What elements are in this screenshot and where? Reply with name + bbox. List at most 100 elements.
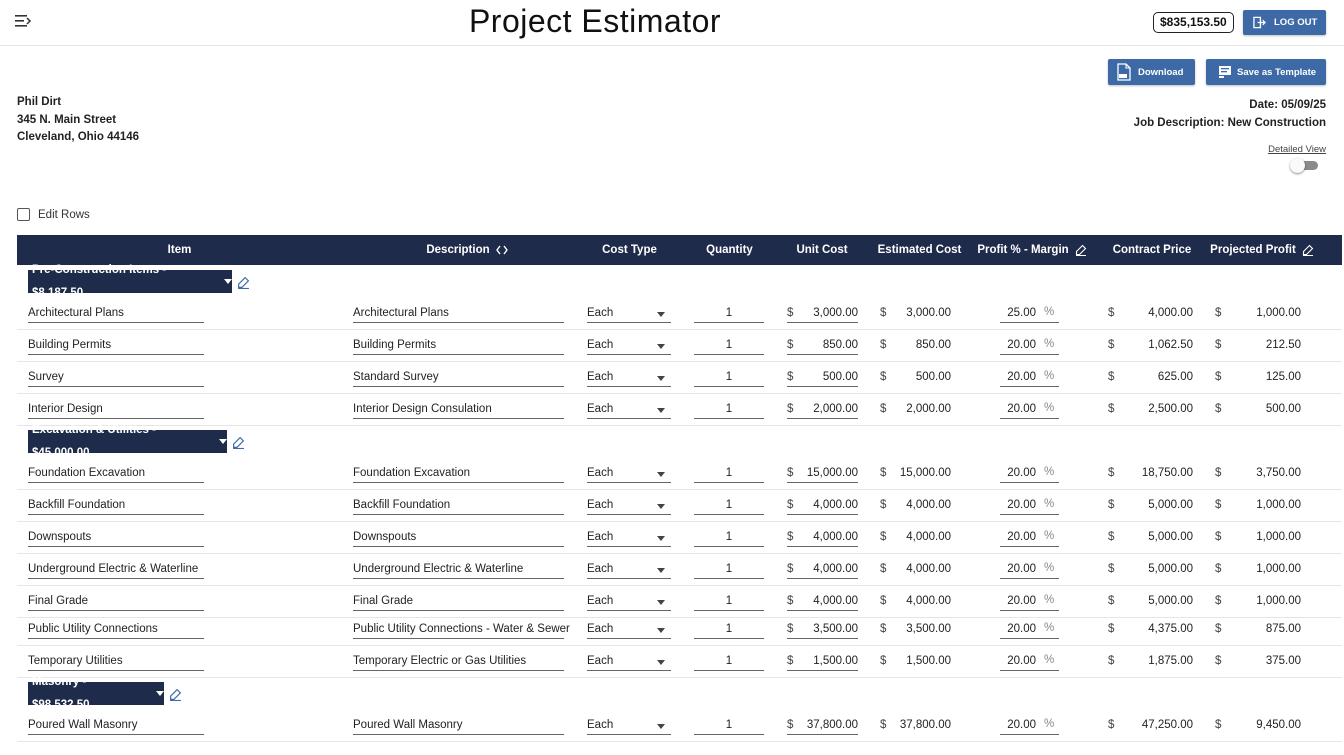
percent-symbol: % (1044, 594, 1055, 606)
cost-type-select[interactable]: Each (587, 561, 671, 579)
cost-type-select[interactable]: Each (587, 465, 671, 483)
description-field[interactable]: Interior Design Consulation (353, 401, 564, 419)
quantity-field[interactable]: 1 (694, 561, 764, 579)
dropdown-caret-icon (657, 504, 665, 509)
quantity-field[interactable]: 1 (694, 465, 764, 483)
unit-cost-field[interactable]: 500.00 (787, 369, 858, 387)
unit-cost-field[interactable]: 4,000.00 (787, 561, 858, 579)
col-contract-price: Contract Price (1112, 244, 1192, 256)
quantity-field[interactable]: 1 (694, 593, 764, 611)
description-field[interactable]: Downspouts (353, 529, 564, 547)
table-row: Underground Electric & Waterline Undergr… (17, 554, 1342, 586)
description-field[interactable]: Foundation Excavation (353, 465, 564, 483)
detailed-view-toggle[interactable] (1290, 158, 1318, 173)
item-field[interactable]: Interior Design (28, 401, 204, 419)
unit-cost-field[interactable]: 37,800.00 (787, 717, 858, 735)
item-field[interactable]: Foundation Excavation (28, 465, 204, 483)
description-field[interactable]: Backfill Foundation (353, 497, 564, 515)
item-field[interactable]: Downspouts (28, 529, 204, 547)
quantity-field[interactable]: 1 (694, 401, 764, 419)
item-field[interactable]: Architectural Plans (28, 305, 204, 323)
item-field[interactable]: Poured Wall Masonry (28, 717, 204, 735)
contract-price: 625.00 (1157, 371, 1193, 383)
download-button[interactable]: Download (1108, 59, 1195, 85)
cost-type-select[interactable]: Each (587, 621, 671, 639)
dropdown-caret-icon (657, 600, 665, 605)
edit-section-icon[interactable] (232, 436, 245, 449)
col-profit-margin: Profit % - Margin (972, 235, 1092, 265)
description-field[interactable]: Poured Wall Masonry (353, 717, 564, 735)
dropdown-caret-icon (657, 628, 665, 633)
description-field[interactable]: Underground Electric & Waterline (353, 561, 564, 579)
currency-symbol: $ (880, 719, 887, 731)
edit-section-icon[interactable] (237, 276, 250, 289)
currency-symbol: $ (880, 531, 887, 543)
item-field[interactable]: Final Grade (28, 593, 204, 611)
quantity-field[interactable]: 1 (694, 529, 764, 547)
cost-type-select[interactable]: Each (587, 337, 671, 355)
section-header[interactable]: Excavation & Utilities - $45,000.00 (28, 424, 227, 459)
description-field[interactable]: Building Permits (353, 337, 564, 355)
cost-type-select[interactable]: Each (587, 401, 671, 419)
download-label: Download (1138, 66, 1184, 78)
unit-cost-field[interactable]: 4,000.00 (787, 529, 858, 547)
quantity-field[interactable]: 1 (694, 653, 764, 671)
item-field[interactable]: Survey (28, 369, 204, 387)
save-template-button[interactable]: Save as Template (1206, 59, 1326, 85)
item-field[interactable]: Temporary Utilities (28, 653, 204, 671)
table-row: Public Utility Connections Public Utilit… (17, 614, 1342, 646)
unit-cost-field[interactable]: 3,000.00 (787, 305, 858, 323)
quantity-field[interactable]: 1 (694, 497, 764, 515)
table-row: Temporary Utilities Temporary Electric o… (17, 646, 1342, 678)
unit-cost-field[interactable]: 4,000.00 (787, 593, 858, 611)
quantity-field[interactable]: 1 (694, 337, 764, 355)
edit-rows-checkbox[interactable] (17, 208, 30, 221)
quantity-field[interactable]: 1 (694, 621, 764, 639)
detailed-view-label[interactable]: Detailed View (1268, 144, 1326, 155)
section-header[interactable]: Masonry - $98,532.50 (28, 676, 164, 711)
unit-cost-field[interactable]: 3,500.00 (787, 621, 858, 639)
description-field[interactable]: Public Utility Connections - Water & Sew… (353, 621, 570, 639)
cost-type-value: Each (587, 499, 614, 511)
cost-type-select[interactable]: Each (587, 305, 671, 323)
description-field[interactable]: Standard Survey (353, 369, 564, 387)
edit-rows-label: Edit Rows (38, 208, 90, 221)
estimated-cost: 850.00 (915, 339, 951, 351)
unit-cost-field[interactable]: 2,000.00 (787, 401, 858, 419)
cost-type-value: Each (587, 307, 614, 319)
projected-profit: 875.00 (1265, 623, 1301, 635)
currency-symbol: $ (1108, 499, 1115, 511)
item-field[interactable]: Building Permits (28, 337, 204, 355)
unit-cost-field[interactable]: 15,000.00 (787, 465, 858, 483)
projected-profit: 500.00 (1265, 403, 1301, 415)
unit-cost-field[interactable]: 4,000.00 (787, 497, 858, 515)
edit-section-icon[interactable] (169, 688, 182, 701)
description-field[interactable]: Temporary Electric or Gas Utilities (353, 653, 564, 671)
currency-symbol: $ (1108, 655, 1115, 667)
currency-symbol: $ (1215, 655, 1222, 667)
description-field[interactable]: Architectural Plans (353, 305, 564, 323)
cost-type-select[interactable]: Each (587, 369, 671, 387)
expand-code-icon[interactable] (495, 245, 508, 255)
edit-icon[interactable] (1302, 244, 1314, 256)
description-field[interactable]: Final Grade (353, 593, 564, 611)
cost-type-select[interactable]: Each (587, 529, 671, 547)
unit-cost-field[interactable]: 1,500.00 (787, 653, 858, 671)
item-field[interactable]: Backfill Foundation (28, 497, 204, 515)
edit-rows-control[interactable]: Edit Rows (17, 208, 90, 221)
item-field[interactable]: Underground Electric & Waterline (28, 561, 204, 579)
dropdown-caret-icon (657, 568, 665, 573)
section-header[interactable]: Pre-Construction Items - $8,187.50 (28, 264, 232, 299)
cost-type-select[interactable]: Each (587, 593, 671, 611)
quantity-field[interactable]: 1 (694, 717, 764, 735)
logout-button[interactable]: LOG OUT (1243, 10, 1326, 35)
unit-cost-field[interactable]: 850.00 (787, 337, 858, 355)
cost-type-select[interactable]: Each (587, 497, 671, 515)
quantity-field[interactable]: 1 (694, 369, 764, 387)
cost-type-select[interactable]: Each (587, 717, 671, 735)
edit-icon[interactable] (1075, 244, 1087, 256)
cost-type-select[interactable]: Each (587, 653, 671, 671)
item-field[interactable]: Public Utility Connections (28, 621, 204, 639)
quantity-field[interactable]: 1 (694, 305, 764, 323)
table-row: Foundation Excavation Foundation Excavat… (17, 458, 1342, 490)
